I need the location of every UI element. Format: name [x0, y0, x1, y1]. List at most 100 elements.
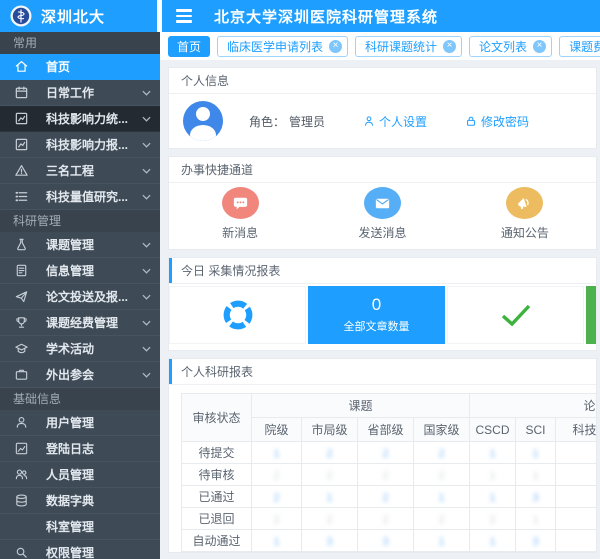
report-cell[interactable]: 2 — [302, 464, 358, 486]
sidebar-item-tech-influence-stats[interactable]: 科技影响力统... — [0, 106, 160, 132]
sidebar-item-login-log[interactable]: 登陆日志 — [0, 436, 160, 462]
report-cell[interactable]: 2 — [302, 442, 358, 464]
sidebar-item-project-funds[interactable]: 课题经费管理 — [0, 310, 160, 336]
sidebar-item-conference-trips[interactable]: 外出参会 — [0, 362, 160, 388]
blurred-value: 2 — [382, 448, 388, 460]
sidebar-item-daily-work[interactable]: 日常工作 — [0, 80, 160, 106]
report-cell[interactable]: 1 — [414, 530, 470, 552]
report-cell[interactable]: 2 — [252, 486, 302, 508]
close-icon[interactable]: × — [443, 40, 456, 53]
report-cell[interactable]: 1 — [470, 530, 516, 552]
personal-settings-link[interactable]: 个人设置 — [363, 113, 427, 130]
sidebar-item-label: 日常工作 — [46, 84, 142, 101]
tab-label: 科研课题统计 — [365, 38, 437, 55]
loading-spinner-card — [169, 286, 306, 344]
sidebar-item-label: 人员管理 — [46, 466, 151, 483]
blurred-value: 2 — [438, 470, 444, 482]
tab-clinical-application-list[interactable]: 临床医学申请列表× — [217, 36, 348, 57]
tab-home[interactable]: 首页 — [168, 36, 210, 57]
report-cell[interactable]: 1 — [516, 508, 556, 530]
report-cell[interactable]: 1 — [414, 486, 470, 508]
report-cell[interactable]: 2 — [414, 464, 470, 486]
report-cell[interactable]: 2 — [252, 508, 302, 530]
sidebar-item-project-management[interactable]: 课题管理 — [0, 232, 160, 258]
sidebar-item-label: 首页 — [46, 58, 151, 75]
menu-toggle-icon[interactable] — [176, 0, 192, 32]
report-cell[interactable]: 1 — [556, 442, 596, 464]
col-header: CSCD — [470, 418, 516, 442]
report-cell[interactable]: 2 — [252, 464, 302, 486]
close-icon[interactable]: × — [329, 40, 342, 53]
app-window: 深圳北大 北京大学深圳医院科研管理系统 常用 首页 日常工作 科技影响力统... — [0, 0, 600, 559]
tab-project-fee-report[interactable]: 课题费用报表× — [559, 36, 600, 57]
flask-icon — [13, 237, 29, 253]
sidebar-item-tech-value-research[interactable]: 科技量值研究... — [0, 184, 160, 210]
report-cell[interactable]: 2 — [358, 486, 414, 508]
report-cell[interactable]: 2 — [358, 442, 414, 464]
report-cell[interactable]: 1 — [556, 508, 596, 530]
close-icon[interactable]: × — [533, 40, 546, 53]
sidebar-section-basic-info: 基础信息 — [0, 388, 160, 410]
send-message-button[interactable]: 发送消息 — [311, 187, 453, 241]
sidebar-item-academic-activity[interactable]: 学术活动 — [0, 336, 160, 362]
col-header: 国家级 — [414, 418, 470, 442]
quick-channel-body: 新消息 发送消息 通知公告 — [169, 183, 596, 249]
report-cell[interactable]: 2 — [470, 508, 516, 530]
report-cell[interactable]: 1 — [556, 486, 596, 508]
chart-icon — [13, 111, 29, 127]
report-cell[interactable]: 1 — [516, 464, 556, 486]
report-cell[interactable]: 2 — [358, 464, 414, 486]
today-report-body: 0 全部文章数量 — [169, 284, 596, 350]
report-cell[interactable]: 1 — [470, 486, 516, 508]
panel-title: 今日 采集情况报表 — [169, 258, 596, 284]
sidebar-item-label: 课题管理 — [46, 236, 142, 253]
report-cell[interactable]: 1 — [252, 442, 302, 464]
report-cell[interactable]: 2 — [358, 508, 414, 530]
report-cell[interactable]: 3 — [516, 486, 556, 508]
report-cell[interactable]: 1 — [470, 464, 516, 486]
total-articles-card[interactable]: 0 全部文章数量 — [308, 286, 445, 344]
tab-paper-list[interactable]: 论文列表× — [469, 36, 552, 57]
report-cell[interactable]: 1 — [470, 442, 516, 464]
blurred-value: 1 — [489, 470, 495, 482]
report-cell[interactable]: 2 — [414, 508, 470, 530]
sidebar-item-department-management[interactable]: 科室管理 — [0, 514, 160, 540]
notice-announcement-button[interactable]: 通知公告 — [454, 187, 596, 241]
sidebar-item-sanming-project[interactable]: 三名工程 — [0, 158, 160, 184]
user-icon — [363, 115, 375, 127]
sidebar-item-paper-submission[interactable]: 论文投送及报... — [0, 284, 160, 310]
sidebar-item-home[interactable]: 首页 — [0, 54, 160, 80]
sidebar-item-label: 信息管理 — [46, 262, 142, 279]
graduation-cap-icon — [13, 341, 29, 357]
sidebar-item-permission-management[interactable]: 权限管理 — [0, 540, 160, 559]
role-text: 角色：管理员 — [249, 113, 325, 130]
new-message-button[interactable]: 新消息 — [169, 187, 311, 241]
report-cell[interactable]: 1 — [302, 486, 358, 508]
col-header: 院级 — [252, 418, 302, 442]
sidebar-item-info-management[interactable]: 信息管理 — [0, 258, 160, 284]
panel-title: 办事快捷通道 — [169, 157, 596, 183]
report-cell[interactable]: 3 — [516, 530, 556, 552]
blurred-value: 1 — [532, 470, 538, 482]
tab-label: 课题费用报表 — [569, 38, 600, 55]
col-header: SCI — [516, 418, 556, 442]
tab-research-project-stats[interactable]: 科研课题统计 × — [355, 36, 462, 57]
report-cell[interactable]: 3 — [556, 530, 596, 552]
sidebar-item-data-dictionary[interactable]: 数据字典 — [0, 488, 160, 514]
sidebar-item-tech-influence-report[interactable]: 科技影响力报... — [0, 132, 160, 158]
blurred-value: 1 — [438, 536, 444, 548]
chat-bubble-icon — [222, 187, 259, 219]
sidebar-item-user-management[interactable]: 用户管理 — [0, 410, 160, 436]
report-cell[interactable]: 3 — [302, 530, 358, 552]
chevron-down-icon — [142, 320, 151, 326]
report-cell[interactable]: 2 — [302, 508, 358, 530]
logo-block[interactable]: 深圳北大 — [0, 0, 157, 32]
report-cell[interactable]: 1 — [252, 530, 302, 552]
report-cell[interactable]: 3 — [358, 530, 414, 552]
report-cell[interactable]: 2 — [414, 442, 470, 464]
sidebar-item-personnel-management[interactable]: 人员管理 — [0, 462, 160, 488]
report-cell[interactable]: 1 — [516, 442, 556, 464]
app-title: 北京大学深圳医院科研管理系统 — [214, 6, 438, 27]
report-cell[interactable]: 2 — [556, 464, 596, 486]
change-password-link[interactable]: 修改密码 — [465, 113, 529, 130]
